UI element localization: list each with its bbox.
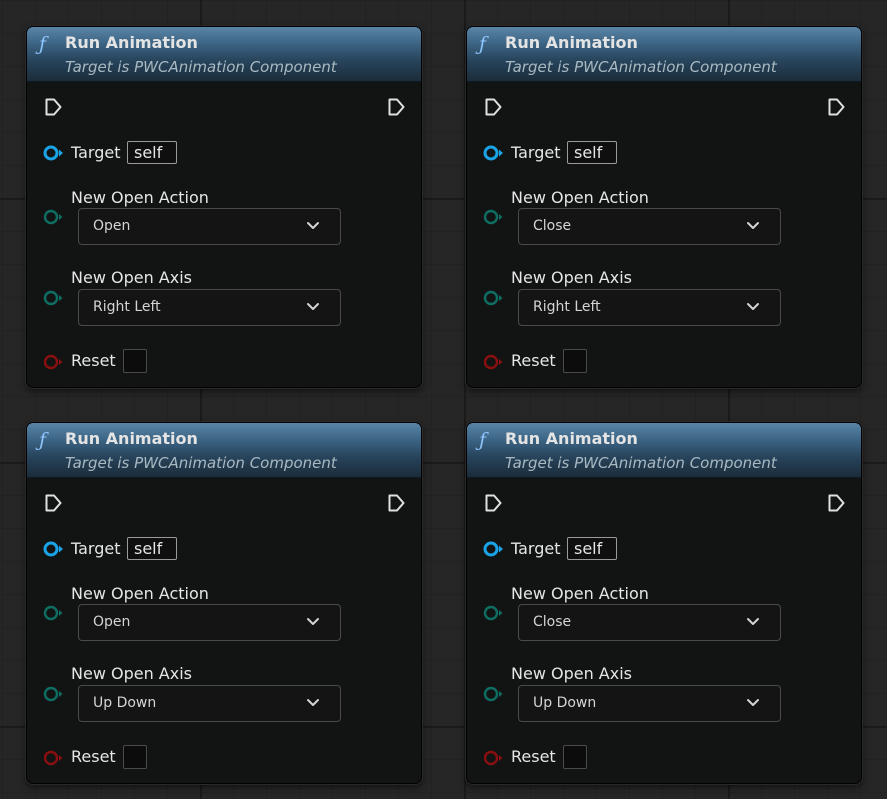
open-action-pin-icon[interactable] (483, 605, 505, 621)
open-action-dropdown[interactable]: Open (78, 604, 341, 641)
reset-checkbox[interactable] (123, 745, 147, 769)
chevron-down-icon (307, 699, 319, 706)
exec-input-pin-icon[interactable] (45, 98, 62, 116)
reset-pin-icon[interactable] (43, 354, 65, 370)
open-action-pin-icon[interactable] (43, 605, 65, 621)
open-axis-label: New Open Axis (511, 268, 632, 287)
open-axis-label: New Open Axis (511, 664, 632, 683)
chevron-down-icon (747, 699, 759, 706)
node-subtitle: Target is PWCAnimation Component (65, 454, 337, 472)
exec-output-pin-icon[interactable] (828, 494, 845, 512)
target-pin-icon[interactable] (43, 541, 65, 557)
exec-input-pin-icon[interactable] (485, 494, 502, 512)
run-animation-node-1[interactable]: ƒ Run Animation Target is PWCAnimation C… (26, 26, 422, 388)
run-animation-node-4[interactable]: ƒ Run Animation Target is PWCAnimation C… (466, 422, 862, 784)
exec-output-pin-icon[interactable] (828, 98, 845, 116)
open-action-label: New Open Action (71, 188, 209, 207)
exec-input-pin-icon[interactable] (485, 98, 502, 116)
open-action-pin-icon[interactable] (43, 209, 65, 225)
target-label: Target (71, 539, 121, 558)
target-value-field[interactable]: self (567, 141, 617, 164)
open-axis-pin-icon[interactable] (483, 290, 505, 306)
open-action-selected: Close (533, 614, 572, 630)
node-subtitle: Target is PWCAnimation Component (505, 58, 777, 76)
open-axis-label: New Open Axis (71, 268, 192, 287)
chevron-down-icon (307, 222, 319, 229)
function-icon: ƒ (39, 429, 47, 451)
open-axis-pin-icon[interactable] (43, 290, 65, 306)
node-title: Run Animation (65, 429, 198, 448)
run-animation-node-2[interactable]: ƒ Run Animation Target is PWCAnimation C… (466, 26, 862, 388)
reset-pin-icon[interactable] (483, 354, 505, 370)
exec-output-pin-icon[interactable] (388, 494, 405, 512)
target-value-field[interactable]: self (127, 141, 177, 164)
open-axis-selected: Up Down (533, 695, 597, 711)
chevron-down-icon (307, 618, 319, 625)
node-header[interactable]: ƒ Run Animation Target is PWCAnimation C… (27, 423, 421, 478)
target-pin-icon[interactable] (43, 145, 65, 161)
node-header[interactable]: ƒ Run Animation Target is PWCAnimation C… (467, 423, 861, 478)
open-action-pin-icon[interactable] (483, 209, 505, 225)
open-action-dropdown[interactable]: Open (78, 208, 341, 245)
open-axis-selected: Right Left (533, 299, 601, 315)
node-subtitle: Target is PWCAnimation Component (65, 58, 337, 76)
target-label: Target (511, 539, 561, 558)
open-axis-dropdown[interactable]: Up Down (78, 685, 341, 722)
reset-checkbox[interactable] (563, 349, 587, 373)
reset-label: Reset (511, 351, 556, 370)
target-value-field[interactable]: self (127, 537, 177, 560)
exec-output-pin-icon[interactable] (388, 98, 405, 116)
node-title: Run Animation (505, 429, 638, 448)
reset-checkbox[interactable] (123, 349, 147, 373)
open-axis-dropdown[interactable]: Up Down (518, 685, 781, 722)
function-icon: ƒ (39, 33, 47, 55)
target-label: Target (511, 143, 561, 162)
open-action-dropdown[interactable]: Close (518, 208, 781, 245)
open-axis-selected: Up Down (93, 695, 157, 711)
open-axis-label: New Open Axis (71, 664, 192, 683)
open-action-label: New Open Action (71, 584, 209, 603)
node-title: Run Animation (505, 33, 638, 52)
target-pin-icon[interactable] (483, 145, 505, 161)
open-axis-dropdown[interactable]: Right Left (518, 289, 781, 326)
chevron-down-icon (747, 303, 759, 310)
chevron-down-icon (307, 303, 319, 310)
target-pin-icon[interactable] (483, 541, 505, 557)
function-icon: ƒ (479, 33, 487, 55)
function-icon: ƒ (479, 429, 487, 451)
node-header[interactable]: ƒ Run Animation Target is PWCAnimation C… (467, 27, 861, 82)
node-header[interactable]: ƒ Run Animation Target is PWCAnimation C… (27, 27, 421, 82)
open-action-dropdown[interactable]: Close (518, 604, 781, 641)
node-subtitle: Target is PWCAnimation Component (505, 454, 777, 472)
exec-input-pin-icon[interactable] (45, 494, 62, 512)
open-axis-selected: Right Left (93, 299, 161, 315)
reset-label: Reset (71, 351, 116, 370)
node-title: Run Animation (65, 33, 198, 52)
target-label: Target (71, 143, 121, 162)
target-value-field[interactable]: self (567, 537, 617, 560)
reset-label: Reset (511, 747, 556, 766)
reset-label: Reset (71, 747, 116, 766)
open-axis-pin-icon[interactable] (43, 686, 65, 702)
open-action-label: New Open Action (511, 584, 649, 603)
run-animation-node-3[interactable]: ƒ Run Animation Target is PWCAnimation C… (26, 422, 422, 784)
open-axis-pin-icon[interactable] (483, 686, 505, 702)
reset-pin-icon[interactable] (483, 750, 505, 766)
open-action-label: New Open Action (511, 188, 649, 207)
open-action-selected: Open (93, 218, 131, 234)
chevron-down-icon (747, 222, 759, 229)
reset-checkbox[interactable] (563, 745, 587, 769)
open-action-selected: Open (93, 614, 131, 630)
chevron-down-icon (747, 618, 759, 625)
reset-pin-icon[interactable] (43, 750, 65, 766)
open-axis-dropdown[interactable]: Right Left (78, 289, 341, 326)
open-action-selected: Close (533, 218, 572, 234)
